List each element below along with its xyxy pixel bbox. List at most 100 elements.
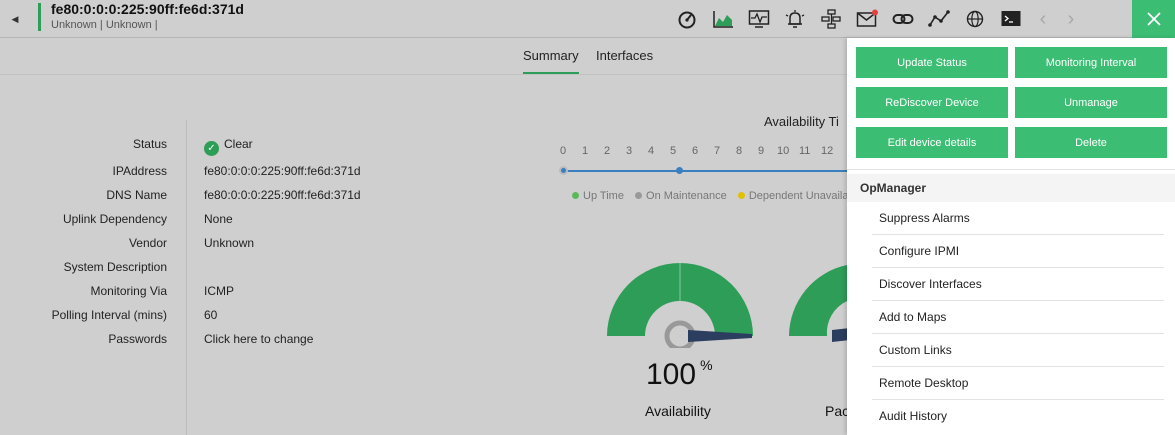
update-status-button[interactable]: Update Status	[856, 47, 1008, 78]
hour-tick: 7	[714, 145, 721, 157]
legend-item-dependent: Dependent Unavailab	[737, 190, 855, 202]
terminal-icon[interactable]	[996, 0, 1026, 38]
legend-dot	[572, 192, 579, 199]
legend-item-up-time: Up Time	[572, 190, 624, 202]
tab-summary[interactable]: Summary	[523, 48, 579, 74]
hour-tick: 11	[799, 145, 811, 157]
hour-tick: 12	[821, 145, 834, 157]
detail-row-system-description: System Description	[0, 260, 500, 280]
detail-row-vendor: Vendor Unknown	[0, 236, 500, 256]
trend-line-icon[interactable]	[924, 0, 954, 38]
detail-value: Unknown	[204, 236, 255, 250]
availability-number: 100	[646, 358, 697, 391]
hour-tick: 1	[582, 145, 589, 157]
legend-label: On Maintenance	[646, 190, 727, 202]
availability-unit: %	[700, 357, 713, 373]
detail-label: Passwords	[108, 332, 167, 346]
alarm-bell-icon[interactable]	[780, 0, 810, 38]
menu-item-remote-desktop[interactable]: Remote Desktop	[872, 367, 1164, 400]
device-name: fe80:0:0:0:225:90ff:fe6d:371d	[51, 1, 244, 17]
detail-label: Polling Interval (mins)	[51, 308, 167, 322]
availability-timeline-title: Availability Ti	[764, 114, 839, 129]
menu-item-add-to-maps[interactable]: Add to Maps	[872, 301, 1164, 334]
hour-tick: 2	[604, 145, 611, 157]
top-bar: ◀ fe80:0:0:0:225:90ff:fe6d:371d Unknown …	[0, 0, 1175, 38]
status-value: ✓ Clear	[204, 137, 253, 156]
chevron-left-icon[interactable]: ‹	[1032, 8, 1054, 31]
legend-label: Dependent Unavailab	[748, 190, 855, 202]
hour-tick: 0	[560, 145, 567, 157]
detail-label: Uplink Dependency	[62, 212, 167, 226]
menu-item-custom-links[interactable]: Custom Links	[872, 334, 1164, 367]
performance-monitor-icon[interactable]	[744, 0, 774, 38]
timeline-start-marker	[559, 166, 568, 175]
device-actions-panel: Update Status Monitoring Interval ReDisc…	[847, 38, 1175, 435]
globe-icon[interactable]	[960, 0, 990, 38]
detail-value: 60	[204, 308, 218, 322]
detail-row-status: Status ✓ Clear	[0, 137, 500, 157]
detail-label: DNS Name	[106, 188, 167, 202]
hour-tick: 9	[758, 145, 765, 157]
detail-value: None	[204, 212, 233, 226]
close-icon[interactable]	[1132, 0, 1175, 38]
status-text: Clear	[224, 137, 253, 151]
monitoring-interval-button[interactable]: Monitoring Interval	[1015, 47, 1167, 78]
detail-label: Vendor	[128, 236, 167, 250]
detail-value: fe80:0:0:0:225:90ff:fe6d:371d	[204, 164, 361, 178]
detail-value: fe80:0:0:0:225:90ff:fe6d:371d	[204, 188, 361, 202]
network-topology-icon[interactable]	[816, 0, 846, 38]
unmanage-button[interactable]: Unmanage	[1015, 87, 1167, 118]
hour-tick: 8	[736, 145, 743, 157]
panel-divider	[847, 169, 1175, 170]
menu-item-configure-ipmi[interactable]: Configure IPMI	[872, 235, 1164, 268]
device-subtitle: Unknown | Unknown |	[51, 19, 158, 31]
detail-row-polling-interval: Polling Interval (mins) 60	[0, 308, 500, 328]
hour-tick: 3	[626, 145, 633, 157]
detail-row-dns-name: DNS Name fe80:0:0:0:225:90ff:fe6d:371d	[0, 188, 500, 208]
legend-item-maintenance: On Maintenance	[635, 190, 727, 202]
tab-bar: Summary Interfaces	[0, 38, 847, 75]
packet-loss-gauge	[789, 265, 850, 342]
detail-label: Monitoring Via	[90, 284, 168, 298]
availability-gauge-value: 100%	[646, 357, 713, 392]
edit-device-details-button[interactable]: Edit device details	[856, 127, 1008, 158]
hour-tick: 4	[648, 145, 655, 157]
detail-row-passwords: Passwords Click here to change	[0, 332, 500, 352]
caret-left-icon[interactable]: ◀	[0, 0, 30, 38]
menu-header-opmanager: OpManager	[847, 174, 1175, 202]
availability-legend: Up Time On Maintenance Dependent Unavail…	[572, 190, 863, 202]
tab-interfaces[interactable]: Interfaces	[596, 48, 653, 63]
detail-row-ipaddress: IPAddress fe80:0:0:0:225:90ff:fe6d:371d	[0, 164, 500, 184]
detail-value: ICMP	[204, 284, 234, 298]
check-circle-icon: ✓	[204, 141, 219, 156]
menu-item-discover-interfaces[interactable]: Discover Interfaces	[872, 268, 1164, 301]
hour-tick: 10	[777, 145, 790, 157]
detail-label: System Description	[63, 260, 167, 274]
availability-timeline	[563, 170, 853, 172]
toolbar: ‹ ›	[672, 0, 1088, 38]
menu-item-audit-history[interactable]: Audit History	[872, 400, 1164, 433]
hour-tick: 5	[670, 145, 677, 157]
detail-label: IPAddress	[112, 164, 167, 178]
hour-tick: 6	[692, 145, 699, 157]
link-icon[interactable]	[888, 0, 918, 38]
dashboard-icon[interactable]	[672, 0, 702, 38]
detail-row-uplink-dependency: Uplink Dependency None	[0, 212, 500, 232]
chevron-right-icon[interactable]: ›	[1060, 8, 1082, 31]
change-password-link[interactable]: Click here to change	[204, 332, 313, 346]
packet-loss-gauge-label: Pac	[825, 403, 850, 419]
menu-item-suppress-alarms[interactable]: Suppress Alarms	[872, 202, 1164, 235]
timeline-current-marker	[676, 167, 683, 174]
detail-row-monitoring-via: Monitoring Via ICMP	[0, 284, 500, 304]
delete-button[interactable]: Delete	[1015, 127, 1167, 158]
rediscover-device-button[interactable]: ReDiscover Device	[856, 87, 1008, 118]
availability-gauge	[607, 263, 753, 348]
legend-dot	[737, 192, 745, 199]
area-chart-icon[interactable]	[708, 0, 738, 38]
legend-dot	[635, 192, 643, 199]
availability-gauge-label: Availability	[645, 403, 711, 419]
mail-icon[interactable]	[852, 0, 882, 38]
legend-label: Up Time	[583, 190, 624, 202]
detail-label: Status	[132, 137, 167, 151]
title-accent-bar	[38, 3, 41, 31]
